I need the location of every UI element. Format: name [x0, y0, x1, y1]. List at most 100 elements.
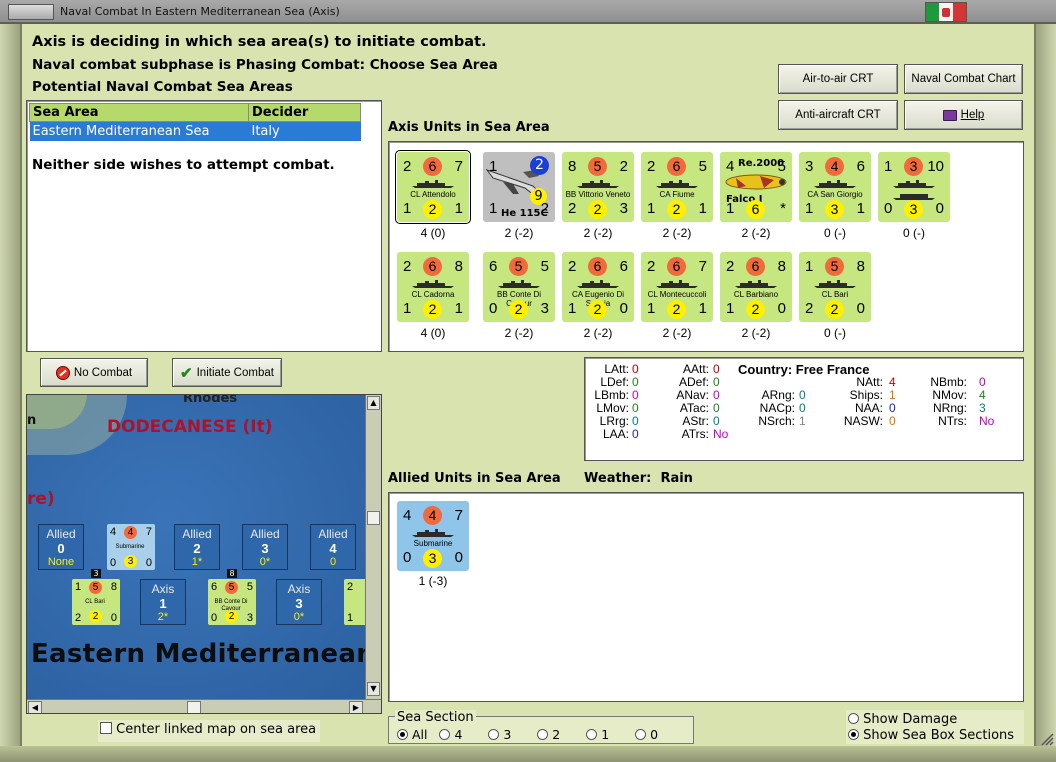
stat-key: ARng:	[761, 388, 795, 402]
scroll-right-icon[interactable]: ▶	[349, 701, 363, 713]
dodecanese-label: DODECANESE (It)	[107, 417, 273, 437]
box-section: 3	[261, 541, 269, 556]
map-counter-submarine[interactable]: 4 4 7 Submarine 0 3 0	[107, 524, 155, 570]
mini-br: 0	[145, 557, 152, 569]
map-vertical-scrollbar[interactable]: ▲ ▼	[365, 395, 381, 699]
scroll-up-icon[interactable]: ▲	[367, 396, 380, 410]
show-damage-option[interactable]: Show Damage	[848, 712, 957, 727]
center-map-checkbox[interactable]	[100, 722, 112, 734]
unit-name: CA Fiume	[659, 190, 695, 199]
radio-0[interactable]: 0	[635, 727, 658, 742]
unit-name: CL Attendolo	[410, 190, 456, 199]
radio-4[interactable]: 4	[439, 727, 462, 742]
unit-name: Submarine	[413, 539, 453, 548]
radio-all-dot[interactable]	[397, 729, 408, 740]
unit-bottom-left: 1	[489, 200, 498, 217]
unit-yellow-value: 2	[423, 300, 442, 319]
horizontal-scroll-thumb[interactable]	[187, 701, 201, 713]
allied-units-label: Allied Units in Sea Area	[388, 471, 561, 486]
radio-4-label: 4	[454, 727, 463, 742]
map-counter-cl-bari[interactable]: 1 5 8 CL Bari 2 2 0	[72, 579, 120, 625]
sea-box-allied-4[interactable]: Allied 4 0	[310, 524, 356, 570]
unit-counter[interactable]: 4 Re.2000 5 Falco I 1 6 *	[720, 152, 792, 222]
radio-2-label: 2	[552, 727, 561, 742]
unit-counter[interactable]: 2 6 8 CL Cadorna 1 2 1	[397, 252, 469, 322]
stat-key: LBmb:	[594, 388, 629, 402]
stat-value: No	[713, 427, 729, 441]
radio-3-dot[interactable]	[488, 729, 500, 740]
table-row[interactable]: Eastern Mediterranean Sea Italy	[29, 121, 361, 141]
unit-yellow-value: 2	[667, 300, 686, 319]
unit-counter[interactable]: 2 6 7 CL Attendolo 1 2 1	[395, 150, 471, 224]
unit-bottom-right: 1	[454, 200, 463, 217]
unit-counter[interactable]: 266CA Eugenio Di Savoia120	[562, 252, 634, 322]
system-menu-button[interactable]	[8, 4, 54, 20]
scroll-left-icon[interactable]: ◀	[28, 701, 42, 713]
warship-silhouette-icon	[412, 280, 454, 288]
display-options: Show Damage Show Sea Box Sections	[846, 710, 1024, 744]
col-decider[interactable]: Decider	[248, 103, 361, 122]
unit-counter[interactable]: 655BB Conte Di Cavour023	[483, 252, 555, 322]
initiate-combat-button[interactable]: ✔ Initiate Combat	[172, 358, 282, 387]
unit-counter[interactable]: 2 6 5 CA Fiume 1 2 1	[641, 152, 713, 222]
show-sea-box-radio[interactable]	[848, 729, 859, 740]
unit-counter[interactable]: 2 6 8 CL Barbiano 1 2 0	[720, 252, 792, 322]
unit-yellow-value: 3	[423, 549, 442, 568]
help-button[interactable]: Help	[904, 100, 1023, 130]
no-combat-button[interactable]: No Combat	[40, 358, 148, 387]
radio-2-dot[interactable]	[537, 729, 549, 740]
radio-4-dot[interactable]	[439, 729, 451, 740]
air-to-air-crt-button[interactable]: Air-to-air CRT	[778, 64, 898, 94]
resize-grip-icon[interactable]	[1038, 730, 1054, 746]
unit-top-left: 8	[568, 158, 577, 175]
naval-combat-chart-button[interactable]: Naval Combat Chart	[904, 64, 1023, 94]
unit-counter[interactable]: 1 2 9 He 115C 1 2	[483, 152, 555, 222]
box-side: Axis	[151, 582, 175, 596]
center-map-option[interactable]: Center linked map on sea area	[98, 720, 320, 742]
sea-box-allied-0[interactable]: Allied 0 None	[38, 524, 84, 570]
unit-counter[interactable]: 4 4 7 Submarine 0 3 0	[397, 501, 469, 571]
sea-box-axis-3[interactable]: Axis 3 0*	[276, 579, 322, 625]
radio-all[interactable]: All	[397, 727, 427, 742]
unit-bottom-left: 1	[647, 200, 656, 217]
unit-counter[interactable]: 1 5 8 CL Bari 2 2 0	[799, 252, 871, 322]
col-sea-area[interactable]: Sea Area	[29, 103, 249, 122]
stat-key: NTrs:	[938, 414, 967, 428]
radio-3[interactable]: 3	[488, 727, 511, 742]
unit-top-left: 2	[403, 158, 412, 175]
italy-flag-icon	[925, 2, 967, 22]
sea-box-allied-2[interactable]: Allied 2 1*	[174, 524, 220, 570]
radio-2[interactable]: 2	[537, 727, 560, 742]
radio-1[interactable]: 1	[586, 727, 609, 742]
unit-name: BB Vittorio Veneto	[565, 190, 631, 199]
map-horizontal-scrollbar[interactable]: ◀ ▶	[27, 699, 381, 713]
unit-strength-caption: 4 (0)	[420, 326, 446, 340]
radio-0-dot[interactable]	[635, 729, 647, 740]
unit-counter[interactable]: 2 6 7 CL Montecuccoli 1 2 1	[641, 252, 713, 322]
unit-yellow-value: 2	[588, 300, 607, 319]
unit-counter[interactable]: 1 3 10 0 3 0	[878, 152, 950, 222]
stat-key: AStr:	[682, 414, 709, 428]
unit-counter[interactable]: 8 5 2 BB Vittorio Veneto 2 2 3	[562, 152, 634, 222]
scroll-down-icon[interactable]: ▼	[367, 682, 380, 696]
mini-tr: 8	[110, 581, 117, 593]
linked-map[interactable]: Rhodes DODECANESE (It) n re) Allied 0 No…	[26, 394, 382, 714]
unit-name: CL Cadorna	[411, 290, 455, 299]
anti-aircraft-crt-button[interactable]: Anti-aircraft CRT	[778, 100, 898, 130]
unit-strength-caption: 2 (-2)	[583, 226, 613, 240]
unit-bottom-right: 1	[698, 300, 707, 317]
radio-1-dot[interactable]	[586, 729, 598, 740]
unit-bottom-right: 1	[698, 200, 707, 217]
unit-top-left: 6	[489, 258, 498, 275]
show-damage-radio[interactable]	[848, 713, 859, 724]
show-sea-box-option[interactable]: Show Sea Box Sections	[848, 728, 1014, 743]
stat-key: AAtt:	[682, 362, 709, 376]
sea-box-axis-1[interactable]: Axis 1 2*	[140, 579, 186, 625]
vertical-scroll-thumb[interactable]	[367, 511, 380, 525]
map-counter-bb-cavour[interactable]: 6 5 5 BB Conte Di Cavour 0 2 3	[208, 579, 256, 625]
sea-box-allied-3[interactable]: Allied 3 0*	[242, 524, 288, 570]
unit-top-left: 1	[489, 158, 498, 175]
unit-counter[interactable]: 3 4 6 CA San Giorgio 1 3 1	[799, 152, 871, 222]
unit-red-value: 5	[509, 257, 528, 276]
stat-value: 1	[889, 388, 896, 402]
